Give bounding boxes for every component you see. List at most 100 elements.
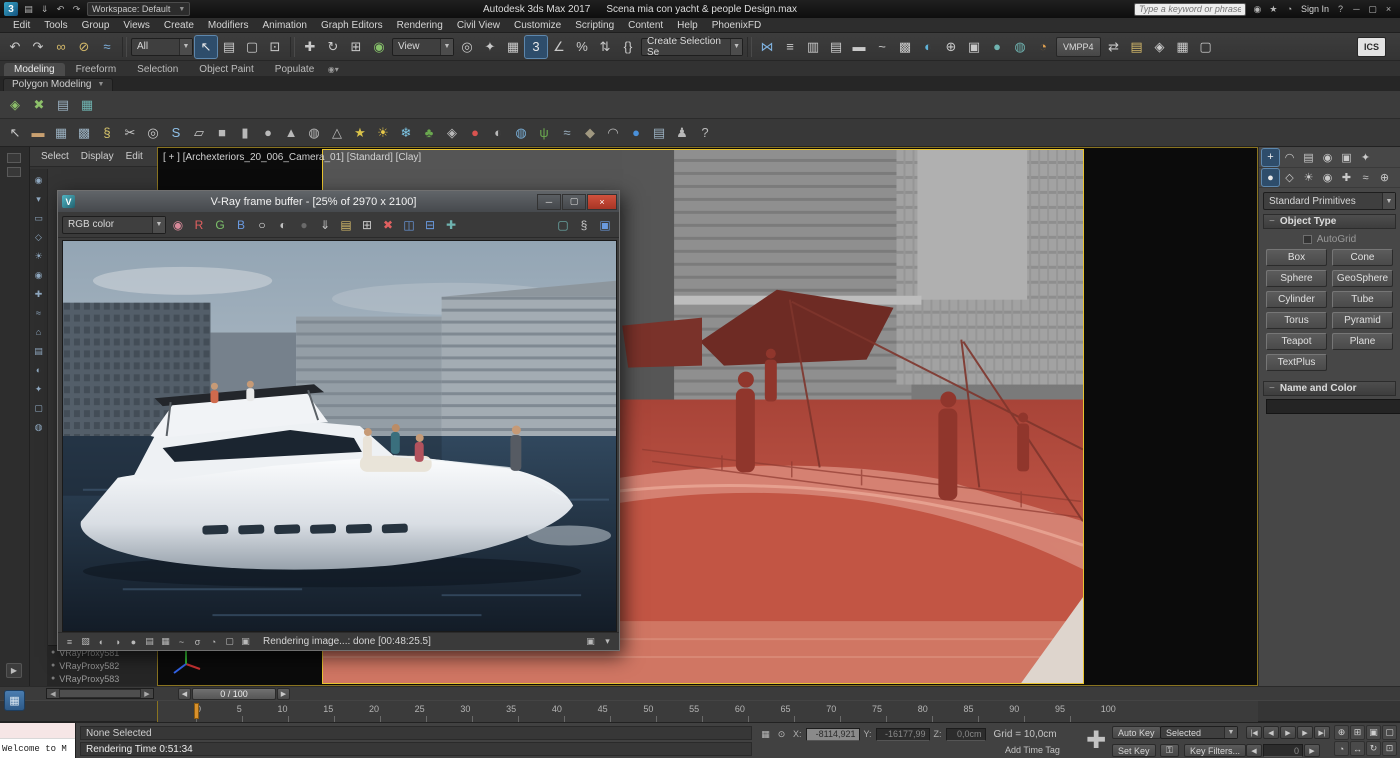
scroll-right-icon[interactable]: ▶ (141, 689, 153, 698)
set-key-button[interactable]: Set Key (1112, 744, 1156, 757)
populate-edit-icon[interactable]: ▤ (52, 94, 74, 116)
auto-key-button[interactable]: Auto Key (1112, 726, 1161, 739)
blue-sphere-icon[interactable]: ● (625, 122, 647, 144)
zoom-all-icon[interactable]: ⊞ (1350, 725, 1365, 740)
field-of-view-icon[interactable]: ◔ (1334, 741, 1349, 756)
notifications-icon[interactable]: ◔ (1282, 2, 1297, 16)
isolate-selection-icon[interactable]: ▦ (758, 727, 773, 741)
object-type-button[interactable]: Torus (1266, 312, 1327, 329)
person-icon[interactable]: ♟ (671, 122, 693, 144)
ics-button[interactable]: ICS (1357, 37, 1386, 57)
menu-item[interactable]: Scripting (568, 18, 621, 32)
hierarchy-tab-icon[interactable]: ▤ (1300, 149, 1317, 166)
object-type-button[interactable]: Pyramid (1332, 312, 1393, 329)
object-name-field[interactable] (1266, 399, 1400, 414)
undo-quick-icon[interactable]: ↶ (53, 2, 68, 16)
save-icon[interactable]: ⇓ (37, 2, 52, 16)
panel-icon[interactable]: ▤ (648, 122, 670, 144)
explorer-menu-item[interactable]: Select (35, 151, 75, 162)
previous-key-button[interactable]: ◀ (1263, 726, 1279, 739)
cylinder-primitive-icon[interactable]: ▮ (234, 122, 256, 144)
expand-toolbar-button[interactable]: ▶ (6, 663, 22, 678)
explorer-menu-item[interactable]: Display (75, 151, 120, 162)
select-and-scale-icon[interactable]: ⊞ (345, 36, 367, 58)
next-key-button[interactable]: ▶ (1297, 726, 1313, 739)
track-mouse-icon[interactable]: ✚ (441, 215, 461, 235)
menu-item[interactable]: PhoenixFD (705, 18, 768, 32)
menu-item[interactable]: Civil View (450, 18, 507, 32)
tab-object-paint[interactable]: Object Paint (189, 63, 263, 76)
community-icon[interactable]: ◉ (1250, 2, 1265, 16)
go-to-start-button[interactable]: |◀ (1246, 726, 1262, 739)
mirror-icon[interactable]: ⋈ (756, 36, 778, 58)
tab-freeform[interactable]: Freeform (66, 63, 127, 76)
menu-item[interactable]: Group (75, 18, 117, 32)
zoom-icon[interactable]: ⊕ (1334, 725, 1349, 740)
show-channels-icon[interactable]: ◉ (168, 215, 188, 235)
geometry-category-icon[interactable]: ● (1262, 169, 1279, 186)
scene-converter-icon[interactable]: ⇄ (1103, 36, 1125, 58)
go-to-end-button[interactable]: ▶| (1314, 726, 1330, 739)
menu-item[interactable]: Modifiers (201, 18, 256, 32)
object-type-button[interactable]: Box (1266, 249, 1327, 266)
material-editor-icon[interactable]: ◐ (917, 36, 939, 58)
autogrid-checkbox[interactable] (1303, 235, 1312, 244)
plank-icon[interactable]: ▬ (27, 122, 49, 144)
spacewarps-category-icon[interactable]: ≈ (1357, 169, 1374, 186)
display-materials-icon[interactable]: ◐ (32, 363, 46, 377)
object-type-button[interactable]: Sphere (1266, 270, 1327, 287)
use-pivot-point-icon[interactable]: ◎ (456, 36, 478, 58)
exposure-icon[interactable]: ◔ (206, 635, 221, 649)
menu-item[interactable]: Rendering (390, 18, 450, 32)
ribbon-config-icon[interactable]: ◉▾ (325, 65, 341, 76)
vfb-close-icon[interactable]: × (587, 194, 617, 210)
reference-coordinate-dropdown[interactable]: View ▼ (392, 38, 454, 56)
object-type-button[interactable]: Cylinder (1266, 291, 1327, 308)
render-iray-icon[interactable]: ◍ (1009, 36, 1031, 58)
cameras-category-icon[interactable]: ◉ (1319, 169, 1336, 186)
object-type-button[interactable]: Teapot (1266, 333, 1327, 350)
project-folder-icon[interactable]: ▤ (1126, 36, 1148, 58)
favorites-icon[interactable]: ★ (1266, 2, 1281, 16)
select-and-place-icon[interactable]: ◉ (368, 36, 390, 58)
named-selection-set-dropdown[interactable]: Create Selection Se ▼ (641, 38, 743, 56)
lights-category-icon[interactable]: ☀ (1300, 169, 1317, 186)
vray-sphere-icon[interactable]: ● (464, 122, 486, 144)
force-clamp-icon[interactable]: ▧ (78, 635, 93, 649)
unlink-selection-icon[interactable]: ⊘ (73, 36, 95, 58)
selection-lock-icon[interactable]: ⊙ (774, 727, 789, 741)
object-type-button[interactable]: Tube (1332, 291, 1393, 308)
current-frame-field[interactable]: 0 (1263, 744, 1303, 757)
stereo-icon[interactable]: ▣ (238, 635, 253, 649)
snowflake-icon[interactable]: ❄ (395, 122, 417, 144)
populate-flow-icon[interactable]: ◈ (4, 94, 26, 116)
bind-to-space-warp-icon[interactable]: ≈ (96, 36, 118, 58)
key-object-icon[interactable]: § (96, 122, 118, 144)
object-type-button[interactable]: Cone (1332, 249, 1393, 266)
toolbar-help-icon[interactable]: ? (694, 122, 716, 144)
select-tool-icon[interactable]: ↖ (4, 122, 26, 144)
orbit-icon[interactable]: ↻ (1366, 741, 1381, 756)
previous-frame-button[interactable]: ◀ (1246, 744, 1262, 757)
select-object-icon[interactable]: ↖ (195, 36, 217, 58)
populate-idle-area-icon[interactable]: ✖ (28, 94, 50, 116)
checker-sphere-icon[interactable]: ◐ (487, 122, 509, 144)
explorer-item[interactable]: VRayProxy582 (48, 659, 157, 672)
explorer-item[interactable]: VRayProxy583 (48, 672, 157, 685)
restore-icon[interactable]: ▢ (1365, 2, 1380, 16)
pan-icon[interactable]: ↔ (1350, 741, 1365, 756)
toggle-ribbon-icon[interactable]: ▬ (848, 36, 870, 58)
grass-icon[interactable]: ψ (533, 122, 555, 144)
time-slider-handle[interactable]: 0 / 100 (192, 688, 276, 700)
y-coordinate-field[interactable]: -16177,99 (876, 728, 930, 741)
toggle-layer-explorer-icon[interactable]: ▤ (825, 36, 847, 58)
3dsmax-logo-icon[interactable]: 3 (4, 2, 18, 16)
percent-snap-icon[interactable]: % (571, 36, 593, 58)
current-frame-marker[interactable] (194, 703, 199, 719)
vfb-titlebar[interactable]: V V-Ray frame buffer - [25% of 2970 x 21… (58, 191, 619, 212)
cone-primitive-icon[interactable]: ▲ (280, 122, 302, 144)
globe-icon[interactable]: ◍ (510, 122, 532, 144)
vfb-channel-dropdown[interactable]: RGB color ▼ (62, 216, 166, 234)
rendered-frame-window-icon[interactable]: ▣ (963, 36, 985, 58)
window-object-icon[interactable]: ▦ (50, 122, 72, 144)
